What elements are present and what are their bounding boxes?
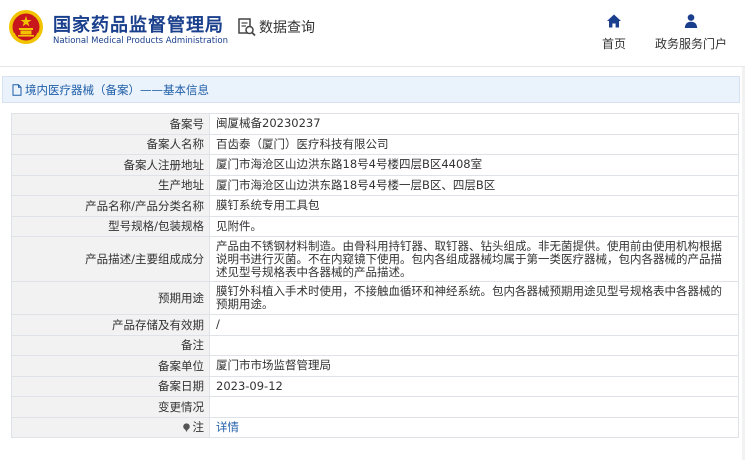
- row-label: 备案人注册地址: [11, 154, 210, 176]
- nav-services-label: 政务服务门户: [654, 37, 727, 51]
- table-row: 备案日期 2023-09-12: [11, 375, 739, 397]
- row-value: 百齿泰（厦门）医疗科技有限公司: [209, 133, 739, 155]
- row-label: 产品名称/产品分类名称: [11, 195, 210, 217]
- table-row: 注 详情: [11, 416, 739, 438]
- row-value: 厦门市海沧区山边洪东路18号4号楼四层B区4408室: [209, 154, 739, 176]
- row-value: 膜钉系统专用工具包: [209, 195, 739, 217]
- row-label: 预期用途: [11, 281, 210, 315]
- row-label: 备注: [11, 334, 210, 356]
- row-label: 备案单位: [11, 355, 210, 377]
- row-value: [209, 396, 739, 418]
- row-value: 闽厦械备20230237: [209, 113, 739, 135]
- row-label: 型号规格/包装规格: [11, 215, 210, 237]
- table-row: 产品描述/主要组成成分 产品由不锈钢材料制造。由骨科用持钉器、取钉器、钻头组成。…: [11, 236, 739, 282]
- row-label: 产品存储及有效期: [11, 314, 210, 336]
- pin-icon: [182, 423, 190, 432]
- section-title: 境内医疗器械（备案）——基本信息: [25, 82, 209, 97]
- table-row: 变更情况: [11, 396, 739, 418]
- data-query-title: 数据查询: [237, 17, 315, 37]
- table-row: 备案单位 厦门市市场监督管理局: [11, 355, 739, 377]
- nav-home[interactable]: 首页: [596, 13, 632, 52]
- org-name-en: National Medical Products Administration: [53, 36, 228, 46]
- section-header: 境内医疗器械（备案）——基本信息: [2, 76, 740, 103]
- row-label: 变更情况: [11, 396, 210, 418]
- note-label: 注: [192, 420, 205, 435]
- home-icon: [607, 14, 621, 28]
- row-value: [209, 334, 739, 356]
- table-row: 型号规格/包装规格 见附件。: [11, 215, 739, 237]
- national-emblem-icon: [9, 10, 43, 44]
- user-icon: [684, 14, 698, 28]
- details-link[interactable]: 详情: [216, 420, 239, 434]
- table-row: 预期用途 膜钉外科植入手术时使用，不接触血循环和神经系统。包内各器械预期用途见型…: [11, 281, 739, 315]
- row-label: 产品描述/主要组成成分: [11, 236, 210, 282]
- record-table: 备案号 闽厦械备20230237 备案人名称 百齿泰（厦门）医疗科技有限公司 备…: [11, 113, 739, 438]
- table-row: 产品存储及有效期 /: [11, 314, 739, 336]
- row-value: 2023-09-12: [209, 375, 739, 397]
- document-search-icon: [238, 18, 256, 37]
- header-divider: [0, 66, 745, 67]
- nav-services[interactable]: 政务服务门户: [651, 13, 731, 52]
- nav-home-label: 首页: [601, 37, 626, 51]
- table-row: 备案号 闽厦械备20230237: [11, 113, 739, 135]
- table-row: 备案人注册地址 厦门市海沧区山边洪东路18号4号楼四层B区4408室: [11, 154, 739, 176]
- table-row: 产品名称/产品分类名称 膜钉系统专用工具包: [11, 195, 739, 217]
- row-value: 见附件。: [209, 215, 739, 237]
- row-label: 备案号: [11, 113, 210, 135]
- table-row: 生产地址 厦门市海沧区山边洪东路18号4号楼一层B区、四层B区: [11, 174, 739, 196]
- document-icon: [12, 83, 22, 96]
- site-header: 国家药品监督管理局 National Medical Products Admi…: [0, 0, 745, 66]
- row-value: 厦门市海沧区山边洪东路18号4号楼一层B区、四层B区: [209, 174, 739, 196]
- table-row: 备注: [11, 334, 739, 356]
- row-value: 厦门市市场监督管理局: [209, 355, 739, 377]
- row-value: 详情: [209, 416, 739, 438]
- note-row-label: 注: [11, 416, 210, 438]
- row-value: 产品由不锈钢材料制造。由骨科用持钉器、取钉器、钻头组成。非无菌提供。使用前由使用…: [209, 236, 739, 282]
- row-value: /: [209, 314, 739, 336]
- row-label: 备案人名称: [11, 133, 210, 155]
- row-label: 备案日期: [11, 375, 210, 397]
- org-name-cn: 国家药品监督管理局: [53, 15, 224, 36]
- row-value: 膜钉外科植入手术时使用，不接触血循环和神经系统。包内各器械预期用途见型号规格表中…: [209, 281, 739, 315]
- row-label: 生产地址: [11, 174, 210, 196]
- table-row: 备案人名称 百齿泰（厦门）医疗科技有限公司: [11, 133, 739, 155]
- page-label: 数据查询: [259, 20, 315, 36]
